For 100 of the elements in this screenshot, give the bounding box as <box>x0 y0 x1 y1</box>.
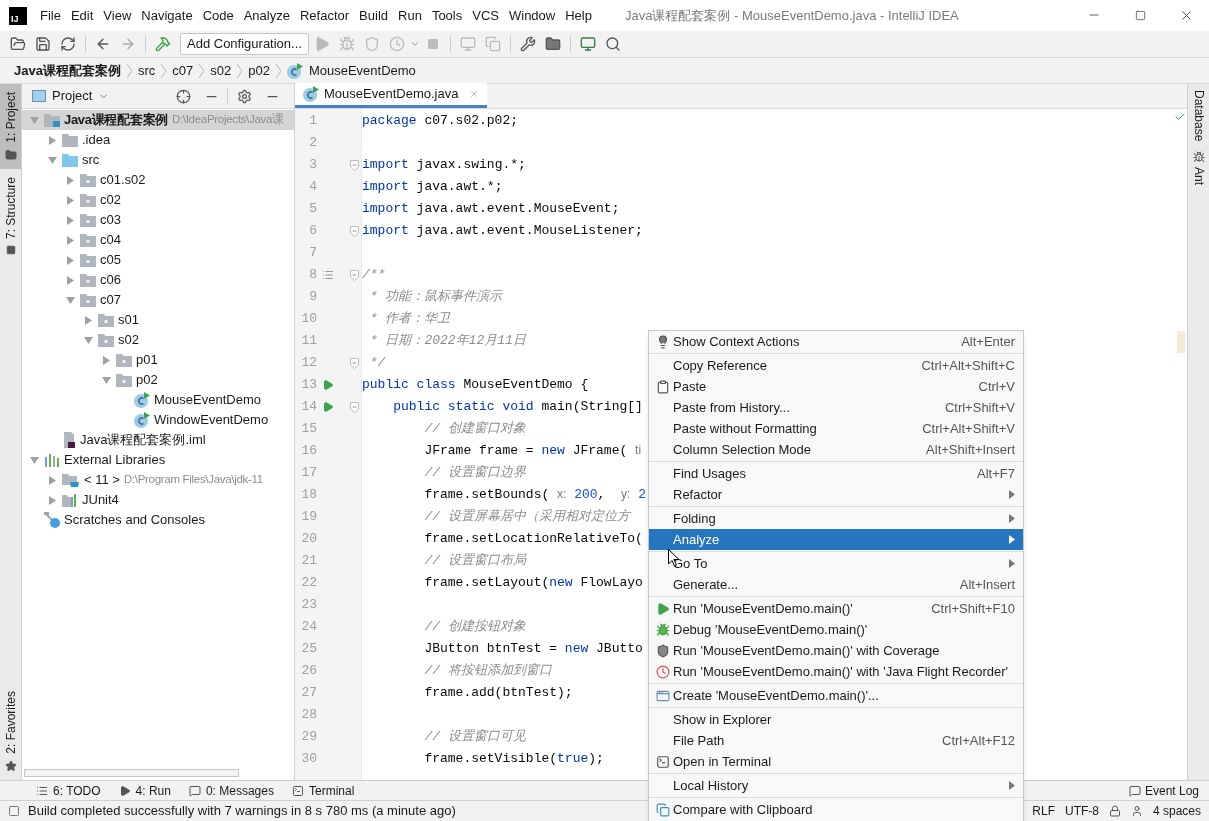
maximize-icon[interactable] <box>1135 10 1146 21</box>
collapse-arrow-icon[interactable] <box>47 155 57 165</box>
menu-bar-item[interactable]: Help <box>560 3 597 28</box>
project-view-selector[interactable]: Project <box>52 86 110 106</box>
fold-marker-icon[interactable] <box>350 269 359 281</box>
menu-bar-item[interactable]: File <box>35 3 66 28</box>
tool-window-tab[interactable]: 1: Project <box>0 84 21 169</box>
run-icon[interactable] <box>322 401 334 413</box>
menu-bar-item[interactable]: Build <box>354 3 393 28</box>
menu-bar-item[interactable]: Run <box>393 3 427 28</box>
tree-item[interactable]: c03 <box>22 210 294 230</box>
indent-widget[interactable]: 4 spaces <box>1152 802 1201 820</box>
inspector-icon[interactable] <box>1130 805 1143 817</box>
close-icon[interactable] <box>1179 8 1194 23</box>
tree-item[interactable]: c01.s02 <box>22 170 294 190</box>
fold-marker-icon[interactable] <box>350 159 359 171</box>
breadcrumb[interactable]: p02 <box>248 60 270 81</box>
fold-marker-icon[interactable] <box>350 225 359 237</box>
collapse-arrow-icon[interactable] <box>83 335 93 345</box>
tree-item[interactable]: .idea <box>22 130 294 150</box>
tool-window-tab[interactable]: 7: Structure <box>0 168 21 263</box>
context-menu-item[interactable]: Generate... Alt+Insert <box>649 574 1023 595</box>
tree-item[interactable]: c06 <box>22 270 294 290</box>
fold-marker-icon[interactable] <box>350 357 359 369</box>
menu-bar-item[interactable]: Refactor <box>294 3 355 28</box>
tree-item[interactable]: c02 <box>22 190 294 210</box>
context-menu-item[interactable]: Debug 'MouseEventDemo.main()' <box>649 619 1023 640</box>
context-menu-item[interactable]: Refactor <box>649 484 1023 505</box>
tree-item[interactable]: c04 <box>22 230 294 250</box>
breadcrumb[interactable]: s02 <box>210 60 232 81</box>
tree-item[interactable]: Scratches and Consoles <box>22 510 294 530</box>
breadcrumb[interactable]: c07 <box>172 60 194 81</box>
lock-icon[interactable] <box>1108 805 1121 817</box>
horizontal-scrollbar[interactable] <box>24 769 239 777</box>
menu-bar-item[interactable]: Code <box>197 3 239 28</box>
context-menu-item[interactable]: Column Selection Mode Alt+Shift+Insert <box>649 439 1023 460</box>
tree-item[interactable]: JUnit4 <box>22 490 294 510</box>
tool-window-button[interactable]: Terminal <box>292 781 355 800</box>
breadcrumb[interactable]: Java课程配套案例 <box>14 60 121 81</box>
tree-item[interactable]: External Libraries <box>22 450 294 470</box>
event-log-button[interactable]: Event Log <box>1128 781 1199 800</box>
breadcrumb[interactable]: MouseEventDemo <box>308 60 416 81</box>
collapse-arrow-icon[interactable] <box>65 295 75 305</box>
collapse-arrow-icon[interactable] <box>29 455 39 465</box>
tree-item[interactable]: WindowEventDemo <box>22 410 294 430</box>
context-menu-item[interactable]: Analyze <box>649 529 1023 550</box>
menu-bar-item[interactable]: Tools <box>426 3 468 28</box>
context-menu-item[interactable]: Run 'MouseEventDemo.main()' with Coverage <box>649 640 1023 661</box>
tool-window-tab[interactable]: Ant <box>1189 151 1208 186</box>
collapse-arrow-icon[interactable] <box>101 375 111 385</box>
tool-window-tab[interactable]: 2: Favorites <box>0 683 21 780</box>
expand-arrow-icon[interactable] <box>65 215 75 225</box>
expand-arrow-icon[interactable] <box>65 175 75 185</box>
breadcrumb[interactable]: src <box>137 60 156 81</box>
expand-arrow-icon[interactable] <box>65 275 75 285</box>
collapse-arrow-icon[interactable] <box>29 115 39 125</box>
fold-marker-icon[interactable] <box>350 401 359 413</box>
context-menu-item[interactable]: Create 'MouseEventDemo.main()'... <box>649 685 1023 706</box>
tree-item[interactable]: Java课程配套案例.iml <box>22 430 294 450</box>
tree-item[interactable]: c07 <box>22 290 294 310</box>
context-menu-item[interactable]: Paste Ctrl+V <box>649 376 1023 397</box>
encoding-widget[interactable]: UTF-8 <box>1064 802 1099 820</box>
context-menu-item[interactable]: Folding <box>649 508 1023 529</box>
context-menu-item[interactable]: Paste from History... Ctrl+Shift+V <box>649 397 1023 418</box>
tool-window-button[interactable]: 0: Messages <box>188 781 274 800</box>
menu-bar-item[interactable]: VCS <box>467 3 504 28</box>
context-menu-item[interactable]: Show Context Actions Alt+Enter <box>649 331 1023 352</box>
context-menu-item[interactable]: Run 'MouseEventDemo.main()' Ctrl+Shift+F10 <box>649 598 1023 619</box>
editor-tab[interactable]: MouseEventDemo.java <box>295 83 488 108</box>
context-menu-item[interactable]: Paste without Formatting Ctrl+Alt+Shift+V <box>649 418 1023 439</box>
tool-window-tab[interactable]: Database <box>1189 90 1208 142</box>
tree-item[interactable]: s01 <box>22 310 294 330</box>
menu-bar-item[interactable]: Analyze <box>238 3 295 28</box>
context-menu-item[interactable]: Local History <box>649 775 1023 796</box>
tree-item[interactable]: src <box>22 150 294 170</box>
run-configuration-button[interactable]: Add Configuration... <box>180 33 309 55</box>
context-menu-item[interactable]: Open in Terminal <box>649 751 1023 772</box>
expand-arrow-icon[interactable] <box>47 495 57 505</box>
expand-arrow-icon[interactable] <box>65 235 75 245</box>
tool-window-button[interactable]: 6: TODO <box>36 781 101 800</box>
tool-window-button[interactable]: 4: Run <box>118 781 171 800</box>
context-menu-item[interactable]: Copy Reference Ctrl+Alt+Shift+C <box>649 355 1023 376</box>
tree-item[interactable]: Java课程配套案例 D:\IdeaProjects\Java课 <box>22 110 294 130</box>
line-separator-widget[interactable]: RLF <box>1032 802 1055 820</box>
context-menu-item[interactable]: Show in Explorer <box>649 709 1023 730</box>
menu-bar-item[interactable]: View <box>98 3 137 28</box>
expand-arrow-icon[interactable] <box>65 255 75 265</box>
context-menu-item[interactable]: File Path Ctrl+Alt+F12 <box>649 730 1023 751</box>
menu-bar-item[interactable]: Edit <box>65 3 99 28</box>
menu-bar-item[interactable]: Window <box>503 3 561 28</box>
expand-arrow-icon[interactable] <box>47 135 57 145</box>
expand-arrow-icon[interactable] <box>65 195 75 205</box>
dropdown-icon[interactable] <box>409 39 420 49</box>
tree-item[interactable]: < 11 > D:\Program Files\Java\jdk-11 <box>22 470 294 490</box>
tree-item[interactable]: MouseEventDemo <box>22 390 294 410</box>
expand-arrow-icon[interactable] <box>83 315 93 325</box>
tree-item[interactable]: p01 <box>22 350 294 370</box>
expand-arrow-icon[interactable] <box>47 475 57 485</box>
tree-item[interactable]: p02 <box>22 370 294 390</box>
run-icon[interactable] <box>322 379 334 391</box>
